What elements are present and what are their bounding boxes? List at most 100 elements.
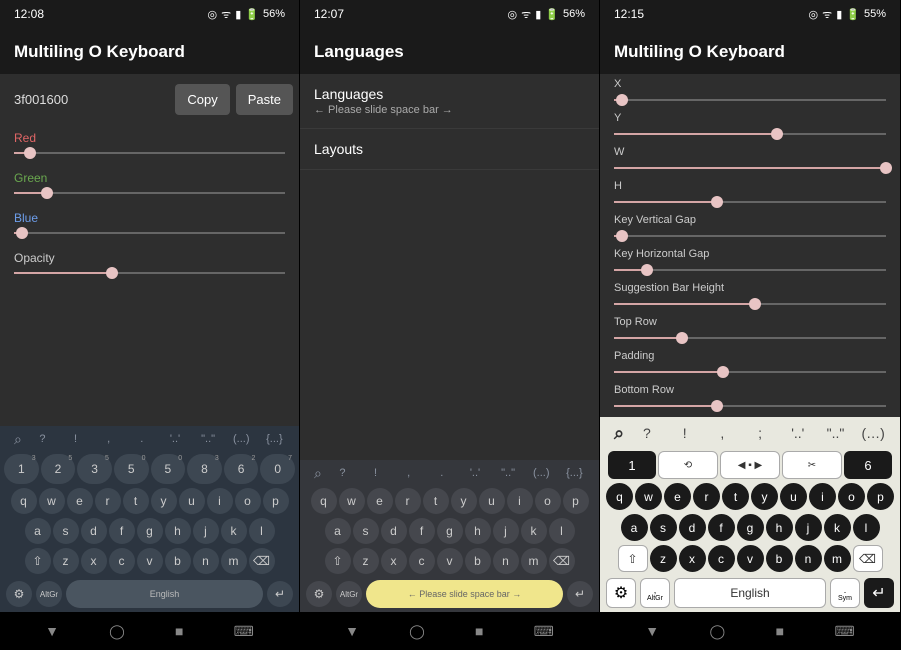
- spacebar[interactable]: English: [66, 580, 263, 608]
- key-k[interactable]: k: [221, 518, 247, 544]
- search-icon[interactable]: ⌕: [308, 465, 326, 482]
- recent-icon[interactable]: ■: [175, 623, 183, 639]
- key-t[interactable]: t: [423, 488, 449, 514]
- key-h[interactable]: h: [165, 518, 191, 544]
- num-right[interactable]: 6: [844, 451, 892, 479]
- key-k[interactable]: k: [521, 518, 547, 544]
- sug-key[interactable]: '..': [779, 425, 817, 441]
- key-j[interactable]: j: [493, 518, 519, 544]
- back-icon[interactable]: ▼: [645, 623, 659, 639]
- key-q[interactable]: q: [606, 483, 633, 510]
- slider[interactable]: [614, 296, 886, 312]
- key-v[interactable]: v: [137, 548, 163, 574]
- ime-icon[interactable]: ⌨: [234, 623, 254, 640]
- slider[interactable]: [614, 126, 886, 142]
- key-l[interactable]: l: [549, 518, 575, 544]
- key-g[interactable]: g: [737, 514, 764, 541]
- key-u[interactable]: u: [179, 488, 205, 514]
- key-f[interactable]: f: [409, 518, 435, 544]
- enter-key[interactable]: ↵: [267, 581, 293, 607]
- key-h[interactable]: h: [465, 518, 491, 544]
- key-e[interactable]: e: [67, 488, 93, 514]
- key-u[interactable]: u: [780, 483, 807, 510]
- key-a[interactable]: a: [25, 518, 51, 544]
- backspace-key[interactable]: ⌫: [249, 548, 275, 574]
- key-m[interactable]: m: [824, 545, 851, 572]
- altgr-key[interactable]: AltGr: [36, 581, 62, 607]
- sug-key[interactable]: ?: [326, 467, 359, 479]
- key-o[interactable]: o: [235, 488, 261, 514]
- altgr-key[interactable]: AltGr: [336, 581, 362, 607]
- key-g[interactable]: g: [137, 518, 163, 544]
- key-s[interactable]: s: [53, 518, 79, 544]
- slider[interactable]: [14, 145, 285, 161]
- search-icon[interactable]: ⌕: [608, 423, 628, 444]
- backspace-key[interactable]: ⌫: [549, 548, 575, 574]
- key-e[interactable]: e: [367, 488, 393, 514]
- key-a[interactable]: a: [621, 514, 648, 541]
- sym-key[interactable]: .Sym: [830, 578, 860, 608]
- slider[interactable]: [614, 262, 886, 278]
- sug-key[interactable]: "..": [817, 425, 855, 441]
- key-num[interactable]: 13: [4, 454, 39, 484]
- key-y[interactable]: y: [451, 488, 477, 514]
- keyboard[interactable]: ⌕ ? ! , ; '..' ".." (…) 1 ⟲ ◀ ▪ ▶ ✂ 6 qw…: [600, 417, 900, 612]
- key-o[interactable]: o: [535, 488, 561, 514]
- home-icon[interactable]: ◯: [109, 623, 125, 640]
- key-c[interactable]: c: [109, 548, 135, 574]
- key-num[interactable]: 35: [77, 454, 112, 484]
- home-icon[interactable]: ◯: [710, 623, 726, 640]
- sug-key[interactable]: ,: [92, 433, 125, 445]
- sug-key[interactable]: .: [125, 433, 158, 445]
- key-a[interactable]: a: [325, 518, 351, 544]
- sug-key[interactable]: .: [425, 467, 458, 479]
- key-r[interactable]: r: [395, 488, 421, 514]
- tool-cut[interactable]: ✂: [782, 451, 842, 479]
- key-b[interactable]: b: [165, 548, 191, 574]
- tool-nav[interactable]: ◀ ▪ ▶: [720, 451, 780, 479]
- key-i[interactable]: i: [207, 488, 233, 514]
- altgr-key[interactable]: ,AltGr: [640, 578, 670, 608]
- back-icon[interactable]: ▼: [345, 623, 359, 639]
- slider[interactable]: [614, 398, 886, 414]
- key-q[interactable]: q: [311, 488, 337, 514]
- key-y[interactable]: y: [151, 488, 177, 514]
- gear-icon[interactable]: ⚙: [306, 581, 332, 607]
- key-f[interactable]: f: [109, 518, 135, 544]
- key-d[interactable]: d: [381, 518, 407, 544]
- suggestion-row[interactable]: ⌕ ? ! , . '..' ".." (...) {...}: [0, 426, 299, 452]
- suggestion-row[interactable]: ⌕ ? ! , ; '..' ".." (…): [600, 417, 900, 449]
- slider[interactable]: [614, 194, 886, 210]
- key-x[interactable]: x: [81, 548, 107, 574]
- key-r[interactable]: r: [95, 488, 121, 514]
- shift-key[interactable]: ⇧: [325, 548, 351, 574]
- slider[interactable]: [14, 225, 285, 241]
- keyboard[interactable]: ⌕ ? ! , . '..' ".." (...) {...} qwertyui…: [300, 460, 599, 612]
- sug-key[interactable]: "..": [192, 433, 225, 445]
- sug-key[interactable]: !: [59, 433, 92, 445]
- sug-key[interactable]: ,: [704, 425, 742, 441]
- key-v[interactable]: v: [737, 545, 764, 572]
- key-g[interactable]: g: [437, 518, 463, 544]
- key-i[interactable]: i: [507, 488, 533, 514]
- sug-key[interactable]: !: [666, 425, 704, 441]
- key-w[interactable]: w: [635, 483, 662, 510]
- sug-key[interactable]: (…): [854, 425, 892, 441]
- key-b[interactable]: b: [766, 545, 793, 572]
- spacebar[interactable]: English: [674, 578, 826, 608]
- ime-icon[interactable]: ⌨: [835, 623, 855, 640]
- sug-key[interactable]: {...}: [558, 467, 591, 479]
- key-t[interactable]: t: [722, 483, 749, 510]
- suggestion-row[interactable]: ⌕ ? ! , . '..' ".." (...) {...}: [300, 460, 599, 486]
- num-left[interactable]: 1: [608, 451, 656, 479]
- back-icon[interactable]: ▼: [45, 623, 59, 639]
- sug-key[interactable]: ?: [26, 433, 59, 445]
- key-v[interactable]: v: [437, 548, 463, 574]
- key-p[interactable]: p: [563, 488, 589, 514]
- key-f[interactable]: f: [708, 514, 735, 541]
- key-w[interactable]: w: [339, 488, 365, 514]
- sug-key[interactable]: !: [359, 467, 392, 479]
- shift-key[interactable]: ⇧: [25, 548, 51, 574]
- key-n[interactable]: n: [193, 548, 219, 574]
- gear-icon[interactable]: ⚙: [6, 581, 32, 607]
